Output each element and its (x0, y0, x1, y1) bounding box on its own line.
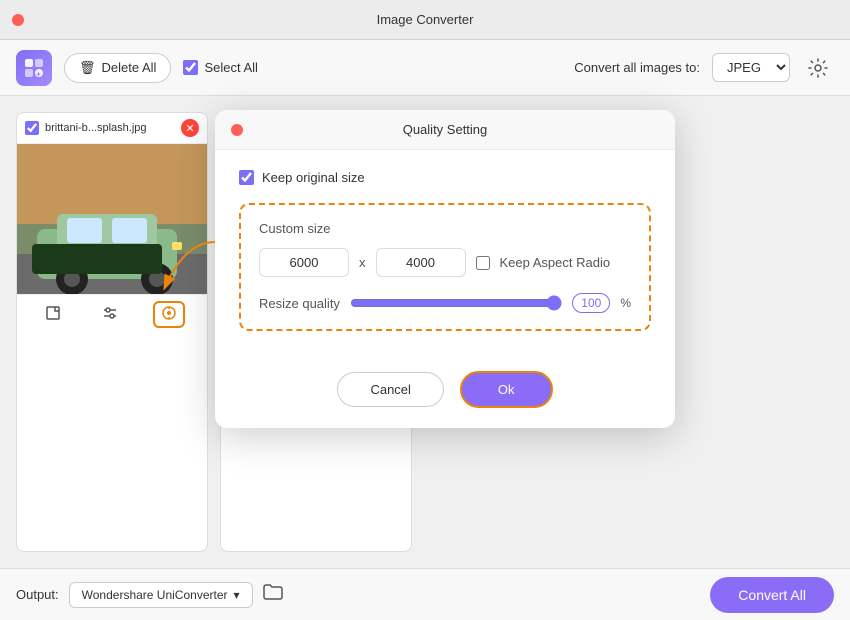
size-x-separator: x (359, 255, 366, 270)
ok-button[interactable]: Ok (460, 371, 553, 408)
keep-aspect-label: Keep Aspect Radio (500, 255, 611, 270)
card-1-close-button[interactable]: ✕ (181, 119, 199, 137)
output-path-button[interactable]: Wondershare UniConverter ▾ (69, 582, 253, 608)
quality-percent: % (620, 296, 631, 310)
output-path-label: Wondershare UniConverter (82, 588, 228, 602)
chevron-down-icon: ▾ (234, 588, 240, 602)
card-1-filename: brittani-b...splash.jpg (45, 122, 175, 134)
quality-value-box: 100 (572, 293, 610, 313)
card-1-image (17, 144, 207, 294)
card-1-quality-button[interactable] (153, 301, 185, 328)
custom-size-title: Custom size (259, 221, 631, 236)
modal-title: Quality Setting (251, 122, 639, 137)
delete-all-button[interactable]: 🗑 Delete All (64, 53, 171, 83)
modal-close-dot[interactable] (231, 124, 243, 136)
format-select[interactable]: JPEG PNG WebP GIF BMP TIFF (712, 53, 790, 82)
convert-all-button[interactable]: Convert All (710, 577, 834, 613)
settings-icon-button[interactable] (802, 52, 834, 84)
title-bar: Image Converter (0, 0, 850, 40)
width-input[interactable] (259, 248, 349, 277)
output-label: Output: (16, 587, 59, 602)
svg-text:+: + (37, 71, 41, 78)
select-all-checkbox-label[interactable]: Select All (183, 60, 257, 75)
trash-icon: 🗑 (79, 60, 96, 76)
image-card-1-header: brittani-b...splash.jpg ✕ (17, 113, 207, 144)
cancel-button[interactable]: Cancel (337, 372, 443, 407)
app-logo: + (16, 50, 52, 86)
select-all-checkbox[interactable] (183, 60, 198, 75)
resize-quality-label: Resize quality (259, 296, 340, 311)
keep-original-checkbox[interactable] (239, 170, 254, 185)
card-1-toolbar (17, 294, 207, 334)
custom-size-box: Custom size x Keep Aspect Radio Resize q… (239, 203, 651, 331)
image-card-1: brittani-b...splash.jpg ✕ (16, 112, 208, 552)
toolbar: + 🗑 Delete All Select All Convert all im… (0, 40, 850, 96)
card-1-checkbox[interactable] (25, 121, 39, 135)
quality-slider[interactable] (350, 295, 562, 311)
keep-original-label: Keep original size (262, 170, 365, 185)
card-1-resize-button[interactable] (39, 303, 67, 326)
quality-setting-modal: Quality Setting Keep original size Custo… (215, 110, 675, 428)
quality-slider-container (350, 295, 562, 311)
footer: Output: Wondershare UniConverter ▾ Conve… (0, 568, 850, 620)
keep-aspect-checkbox[interactable] (476, 256, 490, 270)
keep-original-row: Keep original size (239, 170, 651, 185)
card-1-adjust-button[interactable] (96, 303, 124, 326)
modal-footer: Cancel Ok (215, 355, 675, 428)
convert-all-label: Convert all images to: (574, 60, 700, 75)
modal-body: Keep original size Custom size x Keep As… (215, 150, 675, 355)
app-title: Image Converter (377, 12, 474, 27)
window-close-dot[interactable] (12, 14, 24, 26)
height-input[interactable] (376, 248, 466, 277)
delete-all-label: Delete All (102, 60, 157, 75)
custom-size-row: x Keep Aspect Radio (259, 248, 631, 277)
folder-icon-button[interactable] (263, 583, 283, 606)
modal-titlebar: Quality Setting (215, 110, 675, 150)
resize-quality-row: Resize quality 100 % (259, 293, 631, 313)
select-all-label: Select All (204, 60, 257, 75)
